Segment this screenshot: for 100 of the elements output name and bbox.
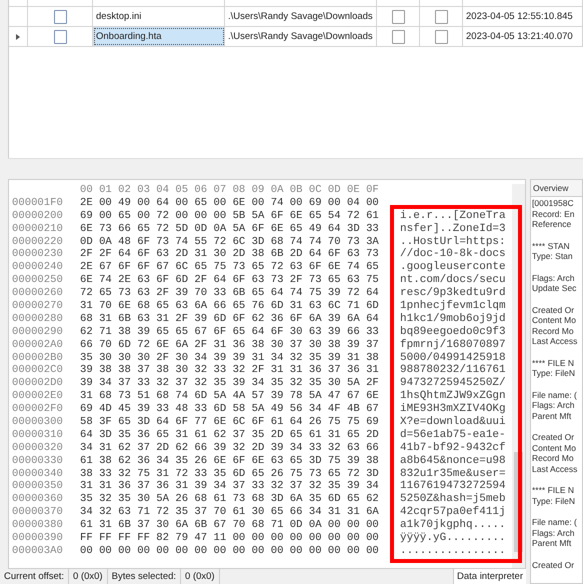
ascii-text: a1k70jkgphq.....	[400, 519, 507, 532]
offset-label: 00000220	[12, 236, 64, 248]
record-detail: Content Mo	[532, 315, 577, 326]
offset-label: 00000230	[12, 248, 64, 262]
hex-bytes: 62 71 38 39 65 65 67 6F 65 64 6F 30 63 39 66 33	[80, 326, 380, 339]
record-detail: Content Mo	[532, 442, 577, 453]
offset-label: 000002B0	[12, 352, 64, 364]
hex-bytes: 69 00 65 00 72 00 00 00 5B 5A 6F 6E 65 54 72 61	[80, 210, 380, 223]
offset-label: 000001F0	[12, 196, 64, 210]
offset-label: 00000240	[12, 261, 64, 274]
offset-label: 000002A0	[12, 338, 64, 352]
data-interpreter-tab[interactable]: Data interpreter	[452, 569, 526, 584]
hex-bytes: 39 38 38 37 38 30 32 33 32 2F 31 31 36 37 36 31	[80, 364, 380, 378]
hex-bytes: 66 70 6D 72 6E 6A 2F 31 36 38 30 37 30 38 39 37	[80, 338, 380, 352]
offset-label: 00000200	[12, 210, 64, 223]
ascii-text: a8b645&nonce=u98	[400, 454, 507, 468]
ascii-text: iME93H3mXZIV4OKg	[400, 403, 507, 416]
hex-bytes: 6E 74 2E 63 6F 6D 2F 64 6F 63 73 2F 73 65 63 75	[80, 274, 380, 288]
record-detail: Type: FileN	[532, 496, 576, 506]
hex-bytes: 34 32 63 71 72 35 37 70 61 30 65 66 34 31 31 6A	[80, 506, 380, 520]
record-detail: **** FILE N	[532, 485, 576, 496]
ascii-text: nt.com/docs/secu	[400, 274, 507, 287]
offset-label: 00000390	[12, 532, 64, 545]
offset-label: 000003A0	[12, 544, 64, 558]
path-cell: .\Users\Randy Savage\Downloads	[225, 7, 377, 26]
offset-label: 00000380	[12, 519, 64, 532]
record-detail: Flags: Arch	[532, 400, 576, 410]
offset-label: 00000280	[12, 312, 64, 326]
ascii-text: 832u1r35me&user=	[400, 468, 507, 480]
flag-checkbox[interactable]	[392, 30, 404, 44]
ascii-text: h1kc1/9mob6oj9jd	[400, 312, 507, 326]
ascii-text: ................	[400, 544, 507, 558]
record-detail: **** FILE N	[532, 358, 576, 368]
offset-label: 00000270	[12, 300, 64, 313]
selection-label: Bytes selected:	[108, 569, 182, 584]
offset-label: 000002F0	[12, 403, 64, 416]
hex-bytes: 35 30 30 30 2F 30 34 39 39 31 34 32 35 39 31 38	[80, 352, 380, 364]
ascii-text: ÿÿÿÿ.yG.........	[400, 532, 507, 545]
record-detail: Record Mo	[532, 326, 575, 336]
hex-bytes: 61 38 62 36 34 35 26 6E 6F 6E 63 65 3D 75 39 38	[80, 454, 380, 468]
hex-bytes: 61 31 6B 37 30 6A 6B 67 70 68 71 0D 0A 00 00 00	[80, 519, 380, 532]
record-detail: Last Access	[532, 464, 578, 474]
offset-label: 00000360	[12, 493, 64, 506]
hex-bytes: 31 68 73 51 68 74 6D 5A 4A 57 39 78 5A 47 67 6E	[80, 390, 380, 404]
offset-label: 00000330	[12, 454, 64, 468]
hex-bytes: 68 31 6B 63 31 2F 39 6D 6F 62 36 6F 6A 39 6A 64	[80, 312, 380, 326]
hex-bytes: 0D 0A 48 6F 73 74 55 72 6C 3D 68 74 74 70 73 3A	[80, 236, 380, 248]
timestamp-cell: 2023-04-05 12:55:10.845	[463, 7, 583, 26]
ascii-text: 5000/04991425918	[400, 352, 507, 364]
offset-label: 000002E0	[12, 390, 64, 404]
flag-checkbox[interactable]	[392, 10, 404, 24]
record-detail: Flags: Arch	[532, 272, 576, 283]
record-detail: Created Or	[532, 432, 576, 442]
ascii-text: X?e=download&uui	[400, 416, 507, 429]
ascii-text: .googleuserconte	[400, 261, 507, 274]
ascii-text: d=56e1ab75-ea1e-	[400, 428, 507, 442]
ascii-text: //doc-10-8k-docs	[400, 248, 507, 261]
ascii-text: 988780232/116761	[400, 364, 507, 377]
hex-bytes: 69 4D 45 39 33 48 33 6D 58 5A 49 56 34 4F 4B 67	[80, 403, 380, 416]
offset-label: 00000290	[12, 326, 64, 339]
ascii-text: fpmrnj/168070897	[400, 338, 507, 352]
ascii-text: 1167619473272594	[400, 480, 507, 493]
hex-bytes: 39 34 37 33 32 37 32 35 39 34 35 32 35 30 5A 2F	[80, 377, 380, 390]
row-checkbox[interactable]	[54, 10, 66, 24]
column-header: 00 01 02 03 04 05 06 07 08 09 0A 0B 0C 0D 0E 0F	[80, 184, 380, 197]
offset-label: 00000250	[12, 274, 64, 288]
ascii-text: ..HostUrl=https:	[400, 236, 507, 248]
record-detail: Type: FileN	[532, 368, 576, 378]
record-detail: Flags: Arch	[532, 528, 576, 538]
offset-label: 00000260	[12, 287, 64, 300]
hex-bytes: 2F 2F 64 6F 63 2D 31 30 2D 38 6B 2D 64 6F 63 73	[80, 248, 380, 262]
overview-tab[interactable]: Overview	[531, 180, 582, 197]
offset-label: 00000310	[12, 428, 64, 442]
record-detail: Created Or	[532, 304, 576, 315]
record-detail: Created Or	[532, 560, 576, 570]
hex-bytes: 64 3D 35 36 65 31 61 62 37 35 2D 65 61 31 65 2D	[80, 428, 380, 442]
file-name-cell[interactable]: desktop.ini	[93, 7, 225, 26]
flag-checkbox[interactable]	[434, 10, 448, 24]
selection-value: 0 (0x0)	[181, 569, 220, 584]
hex-bytes: 38 33 32 75 31 72 33 35 6D 65 26 75 73 65 72 3D	[80, 468, 380, 480]
row-checkbox[interactable]	[54, 30, 66, 44]
hex-bytes: FF FF FF FF 82 79 47 11 00 00 00 00 00 00 00 00	[80, 532, 380, 545]
record-detail: **** STAN	[532, 240, 571, 251]
record-detail: Parent Mft	[532, 538, 572, 548]
path-cell: .\Users\Randy Savage\Downloads	[225, 27, 377, 46]
file-name-cell[interactable]: Onboarding.hta	[93, 27, 225, 46]
hex-bytes: 35 32 35 30 5A 26 68 61 73 68 3D 6A 35 6D 65 62	[80, 493, 380, 506]
record-detail: [0001958C	[532, 198, 575, 208]
offset-label: 00000210	[12, 222, 64, 236]
record-detail: Update Sec	[532, 283, 578, 294]
hex-bytes: 72 65 73 63 2F 39 70 33 6B 65 64 74 75 39 72 64	[80, 287, 380, 300]
hex-bytes: 58 3F 65 3D 64 6F 77 6E 6C 6F 61 64 26 75 75 69	[80, 416, 380, 429]
record-detail: Record Mo	[532, 453, 575, 464]
flag-checkbox[interactable]	[434, 30, 448, 44]
ascii-text: 1hsQhtmZJW9xZGgn	[400, 390, 507, 403]
offset-label: 00000320	[12, 442, 64, 455]
ascii-text: 5250Z&hash=j5meb	[400, 493, 507, 506]
record-detail: Record: En	[532, 208, 576, 219]
ascii-text: 1pnhecjfevm1clqm	[400, 300, 507, 313]
offset-label: 00000350	[12, 480, 64, 494]
